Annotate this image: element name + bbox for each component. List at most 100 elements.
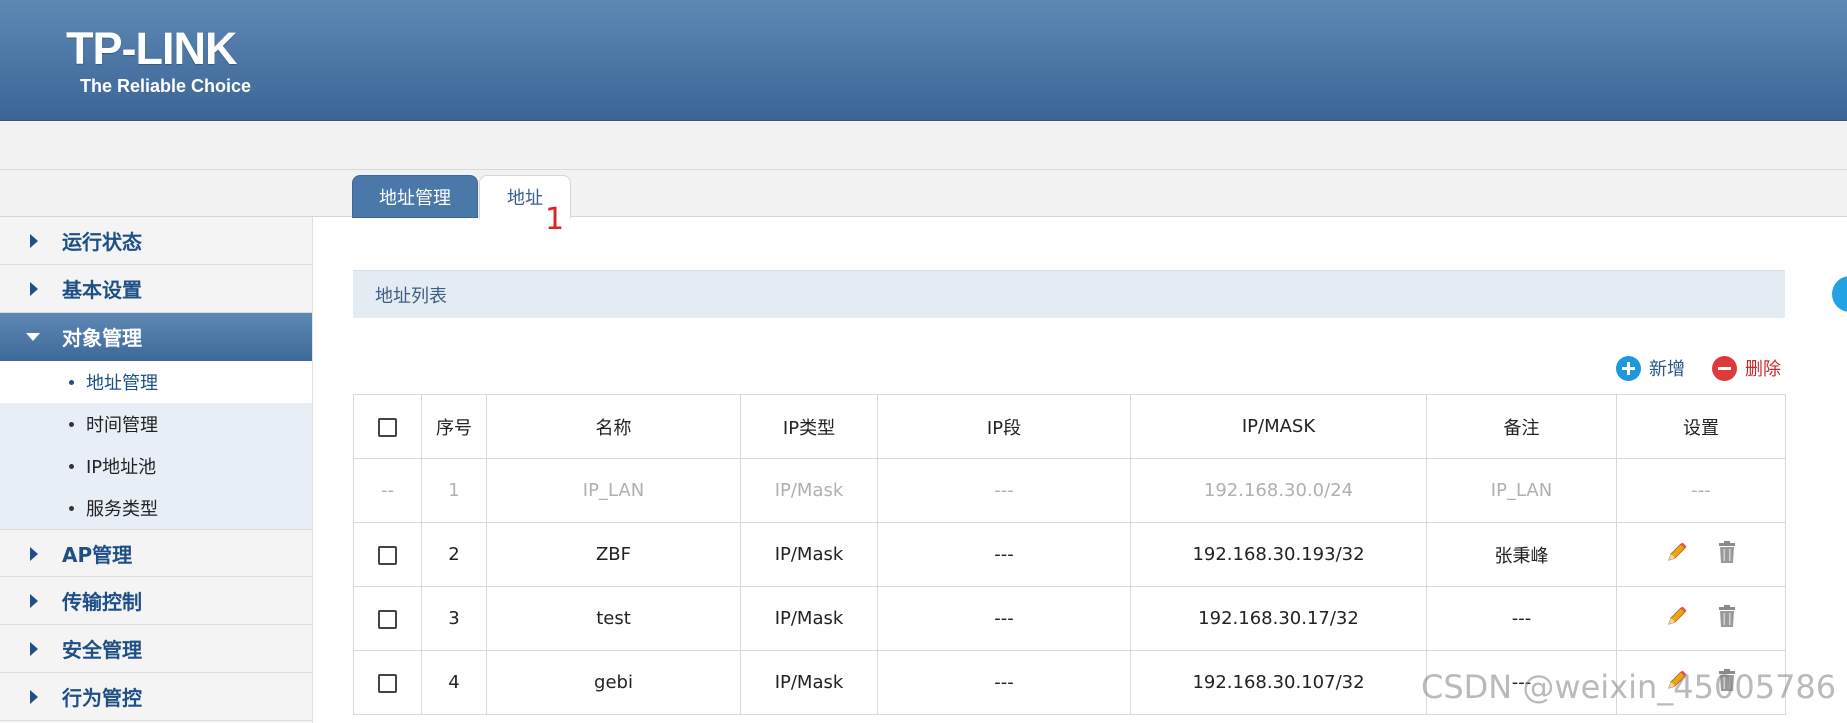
caret-right-icon <box>30 594 38 608</box>
row-ip-mask: 192.168.30.193/32 <box>1130 522 1427 587</box>
row-name: IP_LAN <box>486 458 741 523</box>
column-header: 备注 <box>1426 394 1617 459</box>
sidebar-item-label: 基本设置 <box>62 278 142 302</box>
sidebar-subitem-label: 地址管理 <box>86 373 158 394</box>
add-button[interactable]: 新增 <box>1616 354 1685 382</box>
add-button-label: 新增 <box>1649 359 1685 380</box>
row-settings <box>1616 522 1786 587</box>
sidebar: 运行状态 基本设置 对象管理 地址管理 时间管理 IP地址池 服务类型 AP管理… <box>0 217 313 723</box>
bullet-icon <box>69 464 74 469</box>
row-ip-mask: 192.168.30.107/32 <box>1130 650 1427 715</box>
sidebar-subitem-label: 服务类型 <box>86 499 158 520</box>
sidebar-item-label: AP管理 <box>62 542 133 567</box>
caret-right-icon <box>30 547 38 561</box>
row-checkbox[interactable] <box>378 545 397 565</box>
sidebar-subitem-address-management[interactable]: 地址管理 <box>0 361 312 403</box>
edit-pencil-icon[interactable] <box>1665 540 1689 569</box>
row-ip-type: IP/Mask <box>740 586 878 651</box>
row-ip-mask: 192.168.30.0/24 <box>1130 458 1427 523</box>
logo-tagline: The Reliable Choice <box>80 76 252 96</box>
trash-icon[interactable] <box>1717 604 1737 633</box>
delete-button-label: 删除 <box>1745 359 1781 380</box>
row-settings <box>1616 586 1786 651</box>
row-number: 2 <box>421 522 487 587</box>
sidebar-subitem-label: IP地址池 <box>86 457 157 478</box>
column-header: 序号 <box>421 394 487 459</box>
sidebar-subitem-ip-pool[interactable]: IP地址池 <box>0 445 312 487</box>
panel-title: 地址列表 <box>353 270 1785 318</box>
row-note: IP_LAN <box>1426 458 1617 523</box>
row-check-placeholder: -- <box>353 458 422 523</box>
table-row: 3 test IP/Mask --- 192.168.30.17/32 --- <box>353 586 1786 651</box>
sidebar-item-behavior-control[interactable]: 行为管控 <box>0 673 312 721</box>
gray-strip <box>0 121 1847 169</box>
row-ip-range: --- <box>877 586 1131 651</box>
header-bar: TP-LINK The Reliable Choice <box>0 0 1847 121</box>
sidebar-item-security-management[interactable]: 安全管理 <box>0 625 312 673</box>
row-settings: --- <box>1616 458 1786 523</box>
logo-text: TP-LINK <box>66 23 237 74</box>
row-name: test <box>486 586 741 651</box>
sidebar-item-label: 行为管控 <box>62 686 142 710</box>
tab-label: 地址管理 <box>379 187 451 209</box>
column-header: IP/MASK <box>1130 394 1427 459</box>
tp-link-logo: TP-LINK The Reliable Choice <box>66 26 251 97</box>
edit-pencil-icon[interactable] <box>1665 604 1689 633</box>
sidebar-subitem-time-management[interactable]: 时间管理 <box>0 403 312 445</box>
panel-title-text: 地址列表 <box>375 285 447 307</box>
row-check-cell <box>353 522 422 587</box>
sidebar-item-run-status[interactable]: 运行状态 <box>0 217 312 265</box>
trash-icon[interactable] <box>1717 540 1737 569</box>
tab-label: 地址 <box>507 188 543 209</box>
row-checkbox[interactable] <box>378 609 397 629</box>
row-number: 3 <box>421 586 487 651</box>
select-all-cell <box>353 394 422 459</box>
sidebar-subitem-service-type[interactable]: 服务类型 <box>0 487 312 529</box>
tab-address-management[interactable]: 地址管理 <box>352 175 478 218</box>
submenu-object-management: 地址管理 时间管理 IP地址池 服务类型 <box>0 361 312 529</box>
select-all-checkbox[interactable] <box>378 417 397 437</box>
row-number: 4 <box>421 650 487 715</box>
row-checkbox[interactable] <box>378 673 397 693</box>
help-icon[interactable] <box>1832 276 1847 312</box>
row-ip-range: --- <box>877 522 1131 587</box>
row-ip-type: IP/Mask <box>740 458 878 523</box>
bullet-icon <box>69 506 74 511</box>
sidebar-item-ap-management[interactable]: AP管理 <box>0 529 312 577</box>
column-header: IP类型 <box>740 394 878 459</box>
row-ip-type: IP/Mask <box>740 650 878 715</box>
row-number: 1 <box>421 458 487 523</box>
address-table: 序号 名称 IP类型 IP段 IP/MASK 备注 设置 -- 1 IP_LAN… <box>353 394 1786 715</box>
row-ip-range: --- <box>877 650 1131 715</box>
sidebar-item-basic-settings[interactable]: 基本设置 <box>0 265 312 313</box>
sidebar-item-label: 对象管理 <box>62 326 142 350</box>
tab-bar: 地址管理 地址 <box>0 169 1847 219</box>
table-row: 2 ZBF IP/Mask --- 192.168.30.193/32 张秉峰 <box>353 522 1786 587</box>
row-note: --- <box>1426 586 1617 651</box>
annotation-1: 1 <box>545 202 565 237</box>
caret-right-icon <box>30 690 38 704</box>
row-note: 张秉峰 <box>1426 522 1617 587</box>
row-ip-mask: 192.168.30.17/32 <box>1130 586 1427 651</box>
caret-right-icon <box>30 282 38 296</box>
row-check-cell <box>353 650 422 715</box>
table-header-row: 序号 名称 IP类型 IP段 IP/MASK 备注 设置 <box>353 394 1786 459</box>
sidebar-item-object-management[interactable]: 对象管理 <box>0 313 312 361</box>
row-ip-type: IP/Mask <box>740 522 878 587</box>
row-ip-range: --- <box>877 458 1131 523</box>
column-header: 设置 <box>1616 394 1786 459</box>
bullet-icon <box>69 422 74 427</box>
bullet-icon <box>69 380 74 385</box>
sidebar-item-label: 运行状态 <box>62 230 142 254</box>
csdn-watermark: CSDN @weixin_45005786 <box>1421 668 1837 706</box>
minus-circle-icon <box>1712 355 1737 381</box>
caret-right-icon <box>30 642 38 656</box>
sidebar-item-transmission-control[interactable]: 传输控制 <box>0 577 312 625</box>
table-row: -- 1 IP_LAN IP/Mask --- 192.168.30.0/24 … <box>353 458 1786 523</box>
column-header: 名称 <box>486 394 741 459</box>
caret-down-icon <box>26 333 40 341</box>
delete-button[interactable]: 删除 <box>1712 354 1781 382</box>
sidebar-subitem-label: 时间管理 <box>86 415 158 436</box>
caret-right-icon <box>30 234 38 248</box>
row-name: ZBF <box>486 522 741 587</box>
